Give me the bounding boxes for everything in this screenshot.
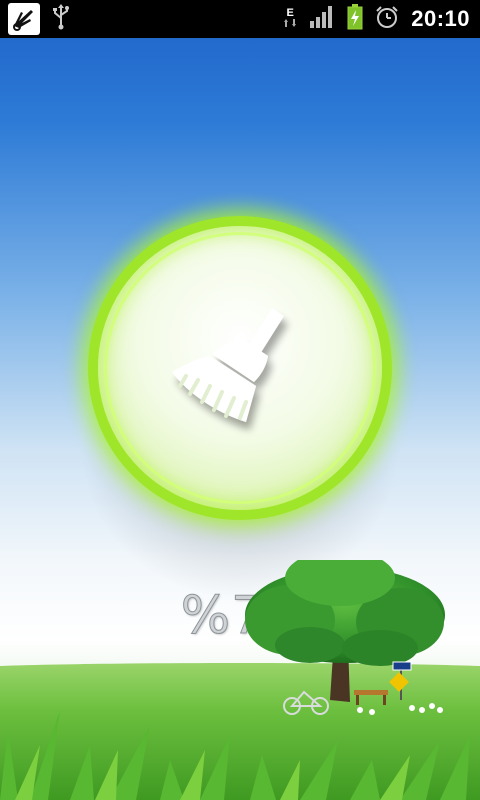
usb-icon <box>52 4 70 34</box>
meadow-scenery <box>0 560 480 800</box>
battery-charging-icon <box>347 4 363 34</box>
alarm-clock-icon <box>375 5 399 33</box>
tree-canopy <box>245 560 445 666</box>
signal-bars-icon <box>309 5 335 33</box>
broom-icon <box>172 308 284 422</box>
cleaner-screen: E 20:10 %76 <box>0 0 480 800</box>
status-time: 20:10 <box>411 6 470 31</box>
app-notification-icon[interactable] <box>8 3 40 35</box>
clean-button[interactable] <box>88 216 392 520</box>
network-type-indicator: E <box>283 8 297 30</box>
status-bar: E 20:10 <box>0 0 480 38</box>
